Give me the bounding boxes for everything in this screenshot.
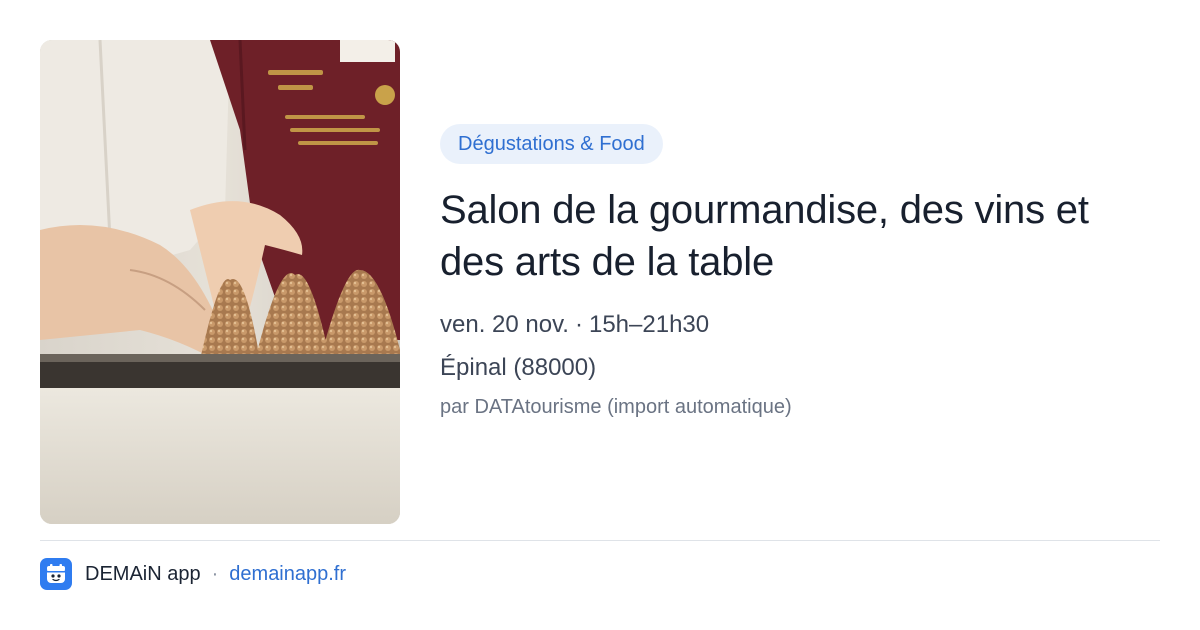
event-card[interactable]: Dégustations & Food Salon de la gourmand… — [0, 0, 1200, 630]
datetime-separator: · — [574, 311, 583, 338]
footer-divider — [40, 540, 1160, 541]
footer: DEMAiN app · demainapp.fr — [40, 558, 346, 590]
category-badge[interactable]: Dégustations & Food — [440, 124, 663, 164]
event-source: par DATAtourisme (import automatique) — [440, 396, 792, 418]
footer-separator: · — [211, 562, 219, 585]
app-name: DEMAiN app — [85, 562, 201, 585]
event-time: 15h–21h30 — [588, 311, 710, 338]
event-photo-illustration — [40, 40, 400, 524]
event-location: Épinal (88000) — [440, 354, 597, 381]
app-website-link[interactable]: demainapp.fr — [229, 563, 346, 586]
event-photo — [40, 40, 400, 524]
event-title[interactable]: Salon de la gourmandise, des vins et des… — [440, 184, 1160, 288]
event-info: Dégustations & Food Salon de la gourmand… — [440, 124, 1160, 420]
demain-app-logo-icon — [40, 558, 72, 590]
event-datetime: ven. 20 nov. · 15h–21h30 — [440, 310, 1160, 340]
event-date: ven. 20 nov. — [440, 311, 569, 338]
